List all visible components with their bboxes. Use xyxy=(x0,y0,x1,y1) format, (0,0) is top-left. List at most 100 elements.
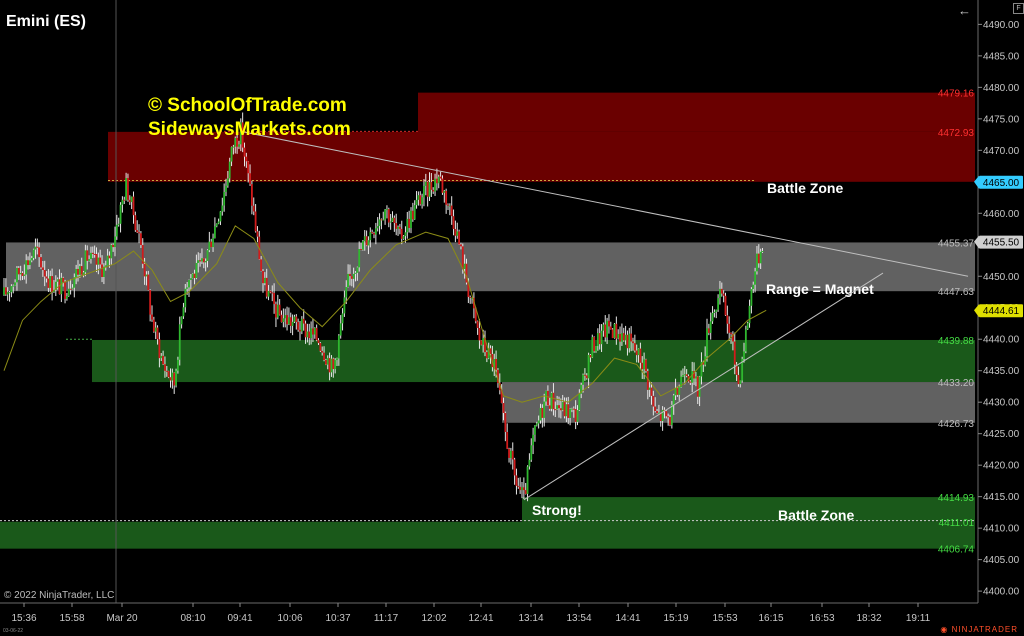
candle-up xyxy=(71,287,74,289)
candle-up xyxy=(215,223,218,227)
candle-up xyxy=(744,329,747,352)
y-tick-label: 4485.00 xyxy=(983,51,1020,62)
candle-up xyxy=(293,316,296,322)
candle-up xyxy=(10,286,13,293)
candle-up xyxy=(226,178,229,186)
x-tick-label: 15:36 xyxy=(11,613,36,624)
candle-down xyxy=(604,324,607,338)
candle-down xyxy=(667,416,670,418)
candle-down xyxy=(162,355,164,365)
candle-down xyxy=(411,210,414,220)
candle-down xyxy=(495,358,497,370)
candle-up xyxy=(206,250,209,261)
candle-down xyxy=(519,486,522,491)
candle-up xyxy=(160,355,163,359)
candle-up xyxy=(578,393,581,411)
candle-down xyxy=(669,417,671,426)
candle-up xyxy=(284,315,287,319)
candle-up xyxy=(382,219,385,221)
candle-down xyxy=(112,244,115,248)
candle-down xyxy=(38,247,41,258)
candle-up xyxy=(752,284,755,290)
x-tick-label: 18:32 xyxy=(856,613,881,624)
x-tick-label: 10:37 xyxy=(325,613,350,624)
candle-down xyxy=(62,277,65,283)
candle-up xyxy=(25,260,28,275)
candle-up xyxy=(337,335,340,359)
candle-down xyxy=(134,215,137,231)
candle-down xyxy=(93,253,96,255)
y-tick-label: 4425.00 xyxy=(983,429,1020,440)
candle-up xyxy=(537,420,540,424)
level-value-label: 4455.37 xyxy=(938,238,975,249)
candle-down xyxy=(559,408,562,411)
candle-down xyxy=(574,409,577,422)
candle-down xyxy=(478,327,481,341)
candle-up xyxy=(363,236,366,242)
candle-up xyxy=(175,370,177,386)
candle-down xyxy=(304,323,307,338)
candle-up xyxy=(624,334,627,341)
candle-down xyxy=(302,318,305,324)
candle-up xyxy=(715,309,718,312)
level-value-label: 4479.16 xyxy=(938,89,975,100)
candle-down xyxy=(169,377,172,381)
y-tick-label: 4475.00 xyxy=(983,114,1020,125)
candle-up xyxy=(276,304,279,318)
candle-up xyxy=(746,323,749,330)
candle-up xyxy=(225,185,227,192)
candle-down xyxy=(297,322,300,330)
candle-up xyxy=(378,219,381,227)
watermark-line-1: © SchoolOfTrade.com xyxy=(148,95,347,116)
candle-down xyxy=(136,230,139,233)
level-value-label: 4414.93 xyxy=(938,493,975,504)
candle-up xyxy=(369,232,372,241)
candle-up xyxy=(643,359,645,370)
candle-up xyxy=(587,354,590,379)
x-tick-label: 19:11 xyxy=(906,613,931,624)
y-tick-label: 4400.00 xyxy=(983,587,1020,598)
candle-up xyxy=(526,466,529,494)
price-tag-label: 4465.00 xyxy=(983,178,1020,189)
candle-up xyxy=(106,255,109,266)
candle-up xyxy=(674,388,677,396)
candle-down xyxy=(593,337,596,352)
x-tick-label: 16:53 xyxy=(809,613,834,624)
candle-up xyxy=(90,252,92,260)
candle-down xyxy=(393,217,396,224)
candle-down xyxy=(608,320,610,327)
candle-up xyxy=(306,331,309,338)
candle-up xyxy=(362,241,364,250)
candle-down xyxy=(522,487,525,491)
candle-up xyxy=(19,272,22,275)
candle-up xyxy=(341,313,344,324)
candle-up xyxy=(182,307,185,317)
candle-down xyxy=(399,226,401,229)
candle-down xyxy=(733,341,736,365)
candle-down xyxy=(317,340,320,344)
candle-down xyxy=(156,327,159,340)
candle-down xyxy=(480,340,483,345)
candle-up xyxy=(367,240,370,246)
y-tick-label: 4410.00 xyxy=(983,524,1020,535)
candle-down xyxy=(547,390,549,406)
candle-down xyxy=(445,190,448,205)
candle-down xyxy=(108,255,111,259)
candle-down xyxy=(650,387,653,396)
candle-down xyxy=(21,272,24,276)
level-value-label: 4406.74 xyxy=(938,545,975,556)
candle-up xyxy=(188,279,190,288)
y-tick-label: 4460.00 xyxy=(983,209,1020,220)
candle-down xyxy=(252,205,255,212)
candle-up xyxy=(576,410,579,422)
back-arrow-icon[interactable]: ← xyxy=(958,3,971,18)
candle-down xyxy=(619,333,621,342)
candle-up xyxy=(223,191,226,206)
candle-down xyxy=(737,374,740,385)
x-tick-label: 13:14 xyxy=(518,613,543,624)
candle-down xyxy=(707,328,710,333)
candle-down xyxy=(615,323,618,339)
panel-f-icon[interactable]: F xyxy=(1013,3,1024,14)
candle-up xyxy=(66,296,68,299)
candle-down xyxy=(665,411,668,417)
